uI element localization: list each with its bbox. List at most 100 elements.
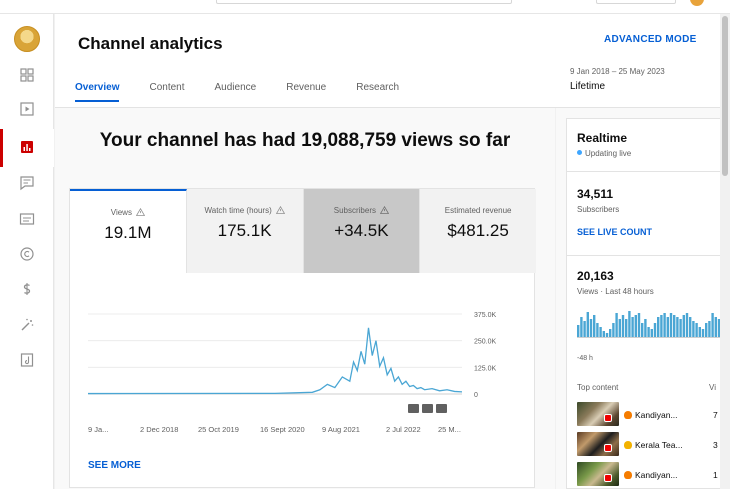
- metric-watch-time[interactable]: Watch time (hours) 175.1K: [186, 189, 304, 273]
- realtime-bar: [637, 313, 641, 337]
- x-tick-label: 25 M...: [438, 425, 461, 434]
- video-thumbnail[interactable]: [577, 462, 619, 486]
- top-content-value: 7: [713, 410, 718, 420]
- metric-subscribers-value: +34.5K: [334, 221, 389, 240]
- metric-watch-time-label: Watch time (hours): [204, 206, 272, 215]
- download-button[interactable]: [436, 404, 447, 413]
- tea-emoji-icon: [624, 441, 632, 449]
- y-tick-label: 250.0K: [474, 339, 497, 346]
- youtube-logo-icon: [604, 414, 612, 422]
- y-tick-label: 375.0K: [474, 312, 497, 319]
- create-button[interactable]: [596, 0, 676, 4]
- channel-avatar[interactable]: [14, 26, 40, 52]
- realtime-bar: [698, 327, 701, 337]
- top-content-column: Vi: [709, 383, 716, 392]
- fire-emoji-icon: [624, 411, 632, 419]
- scrollbar[interactable]: [720, 14, 730, 489]
- analytics-tabs: Overview Content Audience Revenue Resear…: [75, 82, 429, 102]
- views-line-chart: 375.0K 250.0K 125.0K 0 9 Ja... 2 Dec 2018 25 O…: [87, 312, 497, 434]
- realtime-bar: [669, 313, 673, 337]
- realtime-bar: [657, 317, 660, 337]
- realtime-bar: [663, 313, 666, 337]
- video-thumbnail[interactable]: [577, 402, 619, 426]
- metric-subscribers-label: Subscribers: [333, 206, 376, 215]
- realtime-bar: [660, 315, 663, 337]
- top-content-item[interactable]: Kandiyan... 7: [577, 402, 721, 426]
- y-tick-label: 125.0K: [474, 365, 497, 372]
- top-content-label: Top content: [577, 383, 619, 392]
- metric-revenue[interactable]: Estimated revenue $481.25: [420, 189, 536, 273]
- audio-library-icon[interactable]: [18, 351, 36, 369]
- zoom-out-button[interactable]: [408, 404, 419, 413]
- realtime-bar: [676, 317, 679, 337]
- x-tick-label: 2 Dec 2018: [140, 425, 178, 434]
- tab-revenue[interactable]: Revenue: [286, 82, 326, 102]
- youtube-logo-icon: [604, 474, 612, 482]
- customisation-icon[interactable]: [18, 316, 36, 334]
- views-headline: Your channel has had 19,088,759 views so…: [99, 130, 511, 151]
- tab-content[interactable]: Content: [149, 82, 184, 102]
- realtime-bar: [621, 315, 625, 337]
- realtime-subscribers-count: 34,511: [577, 187, 614, 201]
- warning-icon: [275, 206, 285, 214]
- top-content-item[interactable]: Kandiyan... 1: [577, 462, 721, 486]
- metric-revenue-label: Estimated revenue: [444, 206, 512, 215]
- realtime-bar: [685, 313, 689, 337]
- realtime-bar: [644, 319, 647, 337]
- page-title: Channel analytics: [78, 34, 223, 53]
- realtime-bar: [596, 323, 599, 337]
- realtime-bar: [634, 315, 637, 337]
- metric-views[interactable]: Views 19.1M: [70, 189, 187, 273]
- x-tick-label: 16 Sept 2020: [260, 425, 305, 434]
- scrollbar-thumb[interactable]: [722, 16, 728, 176]
- realtime-bar: [602, 331, 605, 337]
- top-content-title: Kandiyan...: [635, 410, 678, 420]
- realtime-bar: [701, 329, 705, 337]
- tab-overview[interactable]: Overview: [75, 82, 120, 102]
- realtime-bar: [708, 321, 711, 337]
- realtime-bar: [714, 317, 717, 337]
- subtitles-icon[interactable]: [18, 210, 36, 228]
- date-range-text[interactable]: 9 Jan 2018 – 25 May 2023: [570, 67, 665, 76]
- top-bar: [0, 0, 730, 14]
- account-avatar[interactable]: [690, 0, 704, 6]
- copyright-icon[interactable]: [18, 245, 36, 263]
- realtime-bar: [689, 317, 692, 337]
- realtime-bar: [682, 315, 685, 337]
- earn-icon[interactable]: [18, 280, 36, 298]
- realtime-bar: [612, 323, 615, 337]
- see-more-link[interactable]: SEE MORE: [88, 460, 141, 471]
- overview-main: Your channel has had 19,088,759 views so…: [55, 108, 555, 489]
- realtime-bar: [631, 317, 634, 337]
- dashboard-icon[interactable]: [18, 66, 36, 84]
- zoom-in-button[interactable]: [422, 404, 433, 413]
- analytics-icon[interactable]: [18, 138, 36, 156]
- top-content-title: Kandiyan...: [635, 470, 678, 480]
- advanced-mode-link[interactable]: ADVANCED MODE: [604, 34, 697, 45]
- search-box[interactable]: [216, 0, 512, 4]
- see-live-count-link[interactable]: SEE LIVE COUNT: [577, 227, 652, 237]
- metric-watch-time-value: 175.1K: [217, 221, 272, 240]
- sidebar: [0, 14, 54, 489]
- realtime-bar: [577, 325, 580, 337]
- realtime-bar: [593, 315, 596, 337]
- comments-icon[interactable]: [18, 174, 36, 192]
- tab-research[interactable]: Research: [356, 82, 399, 102]
- metric-subscribers[interactable]: Subscribers +34.5K: [303, 189, 421, 273]
- tab-audience[interactable]: Audience: [215, 82, 257, 102]
- realtime-bar: [589, 319, 593, 337]
- video-thumbnail[interactable]: [577, 432, 619, 456]
- page-header: Channel analytics ADVANCED MODE Overview…: [55, 14, 720, 108]
- content-icon[interactable]: [18, 100, 36, 118]
- x-tick-label: 2 Jul 2022: [386, 425, 421, 434]
- realtime-views-count: 20,163: [577, 269, 614, 283]
- top-content-item[interactable]: Kerala Tea... 3: [577, 432, 721, 456]
- date-range-label[interactable]: Lifetime: [570, 81, 605, 92]
- realtime-bar: [653, 323, 657, 337]
- x-tick-label: 25 Oct 2019: [198, 425, 239, 434]
- realtime-bar: [586, 312, 589, 337]
- fire-emoji-icon: [624, 471, 632, 479]
- realtime-bar: [599, 327, 602, 337]
- realtime-bar: [605, 333, 609, 337]
- warning-icon: [380, 206, 389, 214]
